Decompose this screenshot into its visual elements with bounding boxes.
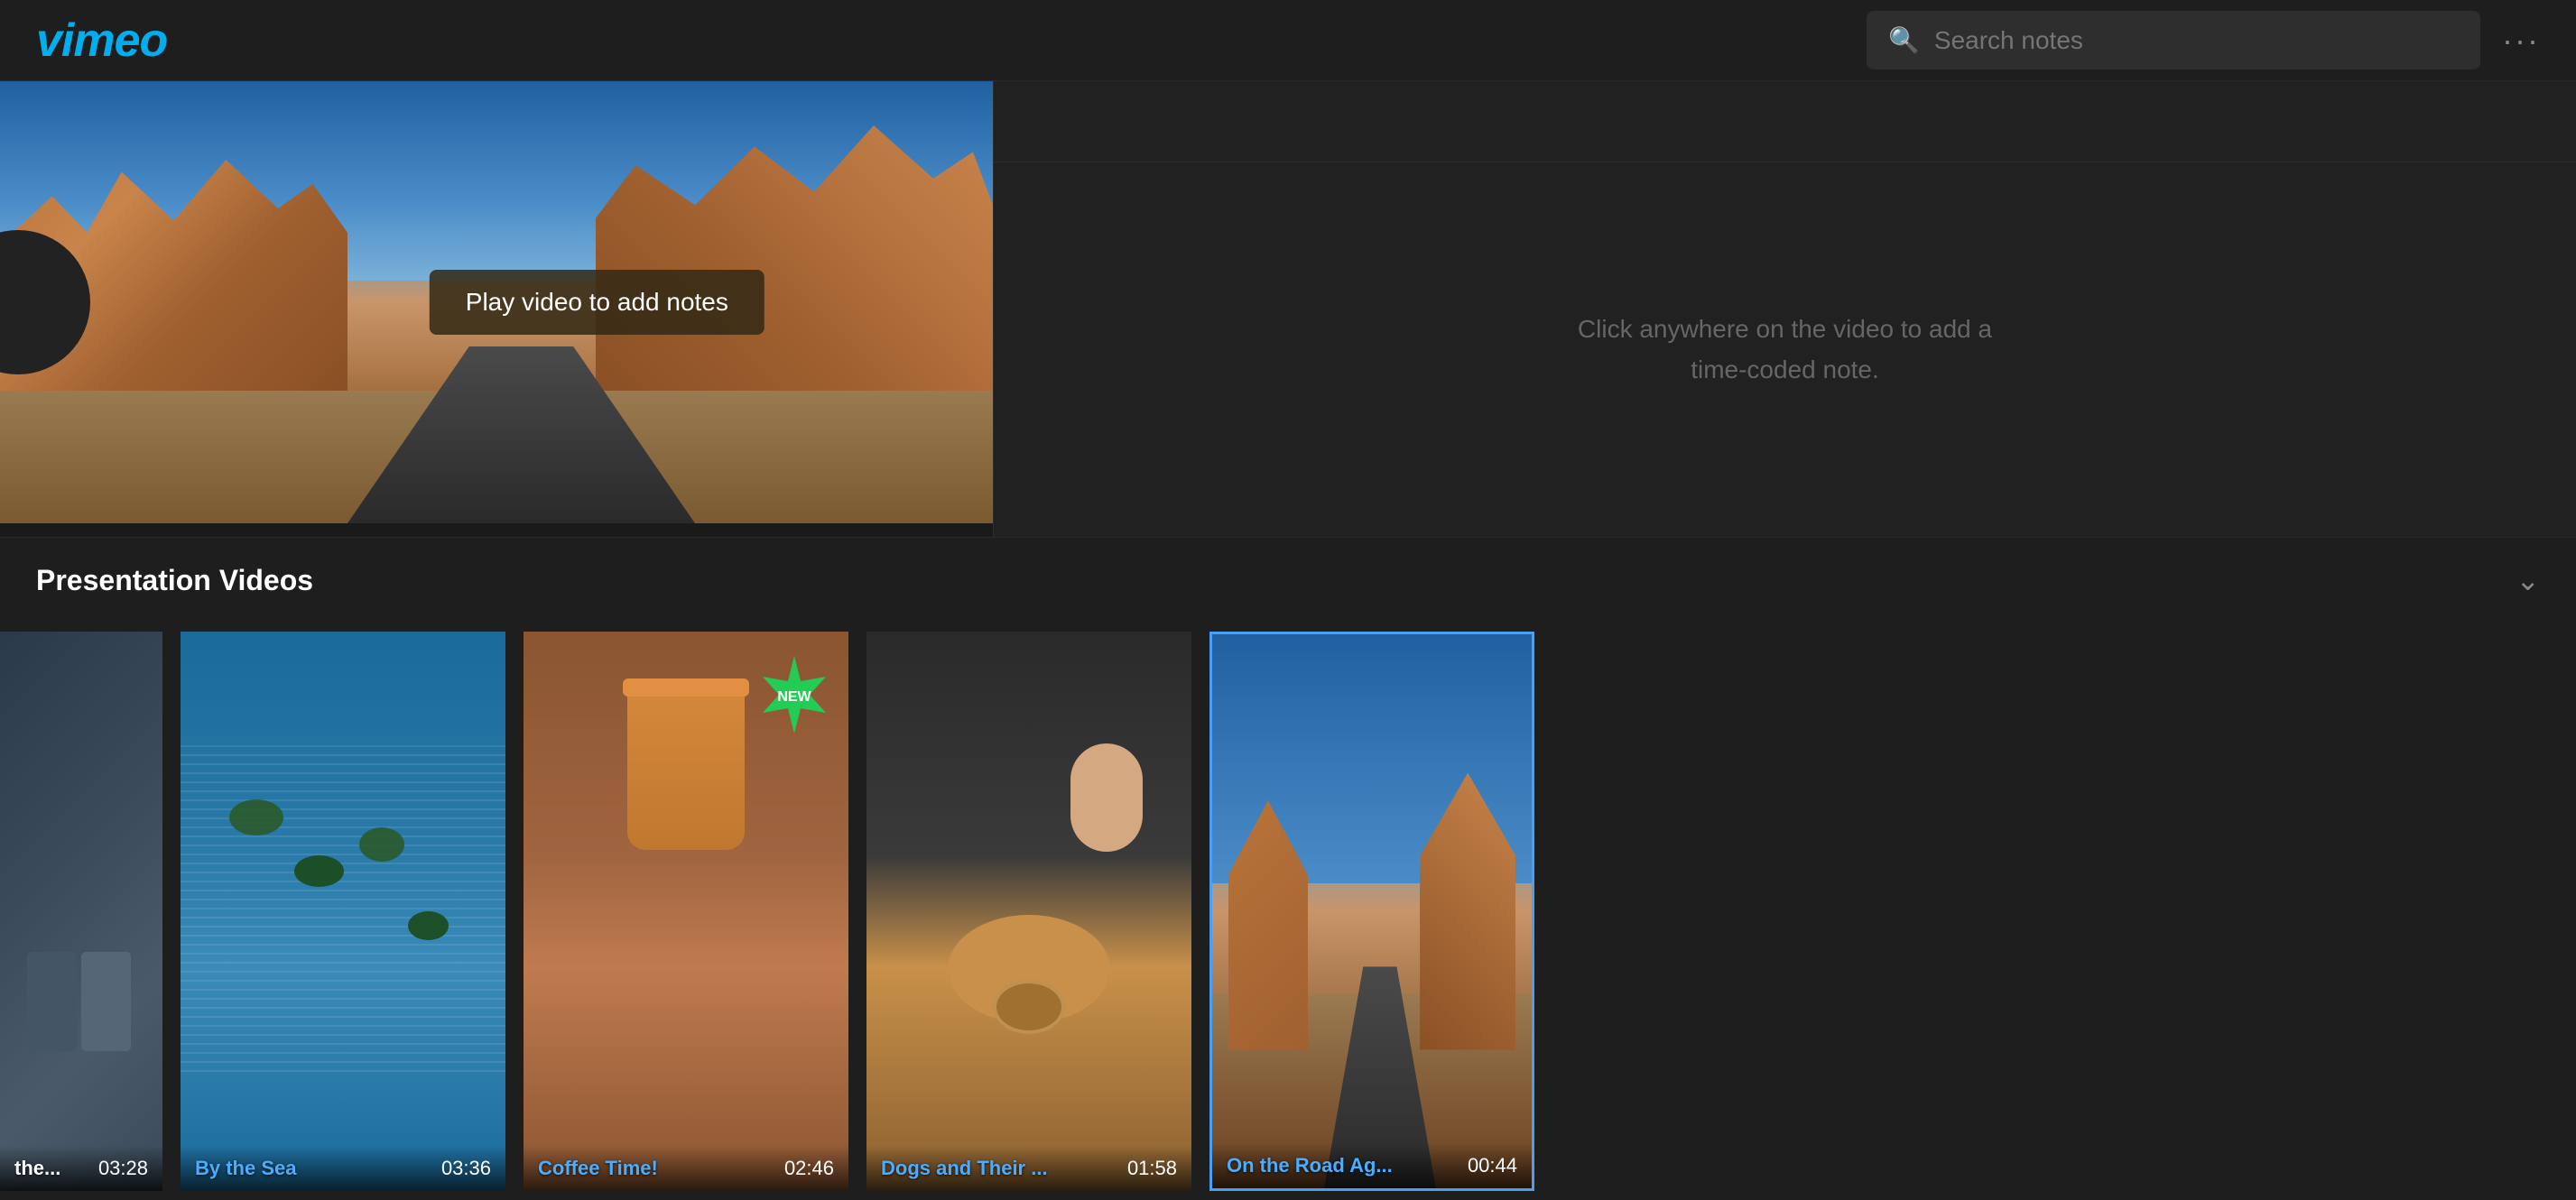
otter3 (359, 827, 404, 862)
new-badge-svg: NEW (754, 654, 835, 735)
thumb2-title: By the Sea (195, 1157, 297, 1180)
video-player[interactable]: Play video to add notes (0, 81, 993, 523)
hand-figure (1070, 743, 1143, 852)
thumb1-title: the... (14, 1157, 60, 1180)
cup-lid (623, 678, 749, 697)
coffee-cup (627, 688, 745, 850)
search-icon: 🔍 (1888, 25, 1920, 55)
thumb4-duration: 01:58 (1127, 1157, 1177, 1180)
playlist-item-4[interactable]: On the Road Ag... 00:44 (1209, 632, 1534, 1191)
thumb4-title: Dogs and Their ... (881, 1157, 1048, 1180)
thumb1-bg (0, 632, 162, 1191)
search-input[interactable] (1934, 26, 2459, 55)
thumb3-title: Coffee Time! (538, 1157, 658, 1180)
person2-figure (81, 952, 131, 1051)
thumb1-overlay: the... 03:28 (0, 1146, 162, 1191)
waves-layer (181, 743, 505, 1079)
thumbnails-row: the... 03:28 By the Sea 03:36 (0, 623, 2576, 1200)
notes-empty-text: Click anywhere on the video to add a tim… (1560, 309, 2011, 391)
thumb1-duration: 03:28 (98, 1157, 148, 1180)
thumb5-overlay: On the Road Ag... 00:44 (1212, 1143, 1532, 1188)
playlist-header[interactable]: Presentation Videos ⌄ (0, 538, 2576, 623)
otter4 (408, 911, 449, 940)
new-badge: NEW (754, 654, 835, 735)
playlist-title: Presentation Videos (36, 564, 313, 597)
thumb5-duration: 00:44 (1468, 1154, 1517, 1177)
notes-panel: Click anywhere on the video to add a tim… (993, 81, 2576, 537)
thumb3-overlay: Coffee Time! 02:46 (524, 1146, 848, 1191)
play-tooltip: Play video to add notes (430, 270, 764, 335)
more-menu-button[interactable]: ··· (2502, 22, 2540, 60)
playlist-item-2[interactable]: NEW Coffee Time! 02:46 (524, 632, 848, 1191)
thumb3-duration: 02:46 (784, 1157, 834, 1180)
app-header: vimeo 🔍 ··· (0, 0, 2576, 81)
thumb3-bg: NEW (524, 632, 848, 1191)
header-right: 🔍 ··· (1867, 11, 2540, 69)
main-layout: Play video to add notes Click anywhere o… (0, 81, 2576, 537)
svg-text:NEW: NEW (777, 689, 811, 705)
otter2 (294, 855, 344, 887)
vimeo-logo: vimeo (36, 14, 167, 68)
thumb2-duration: 03:36 (441, 1157, 491, 1180)
notes-empty-state: Click anywhere on the video to add a tim… (994, 162, 2576, 537)
chevron-down-icon: ⌄ (2516, 563, 2540, 597)
playlist-item-1[interactable]: By the Sea 03:36 (181, 632, 505, 1191)
playlist-section: Presentation Videos ⌄ the... 03:28 (0, 537, 2576, 1200)
video-section: Play video to add notes (0, 81, 993, 537)
playlist-item-0[interactable]: the... 03:28 (0, 632, 162, 1191)
thumb2-overlay: By the Sea 03:36 (181, 1146, 505, 1191)
notes-panel-header (994, 81, 2576, 162)
thumb2-bg (181, 632, 505, 1191)
playlist-item-3[interactable]: Dogs and Their ... 01:58 (866, 632, 1191, 1191)
thumb4-bg (866, 632, 1191, 1191)
thumb5-title: On the Road Ag... (1227, 1154, 1393, 1177)
search-bar[interactable]: 🔍 (1867, 11, 2480, 69)
dog-snout (993, 980, 1065, 1034)
thumb4-overlay: Dogs and Their ... 01:58 (866, 1146, 1191, 1191)
person1-figure (27, 952, 77, 1051)
thumb5-bg (1212, 634, 1532, 1188)
otter1 (229, 799, 283, 835)
